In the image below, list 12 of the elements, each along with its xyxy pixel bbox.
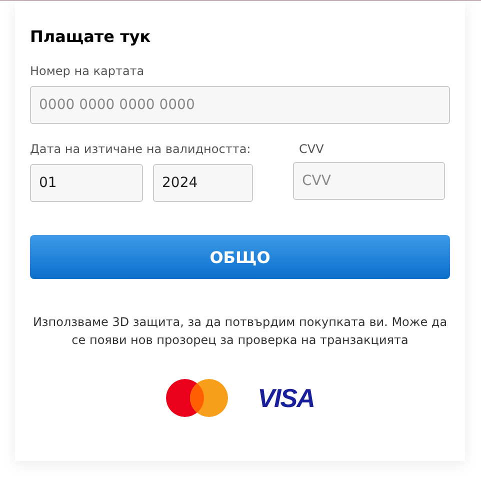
month-field[interactable]: 01 xyxy=(30,164,143,202)
field-label: Номер на картата xyxy=(30,64,146,78)
security-notice: Използваме 3D защита, за да потвърдим покупката ви. Може да се появи нов прозорец за проверка на транзакцията xyxy=(32,314,448,349)
mastercard-logo-icon xyxy=(166,379,228,417)
form-title: Плащате тук xyxy=(30,27,152,46)
total-button[interactable]: ОБЩО xyxy=(30,235,450,279)
field-label: CVV xyxy=(299,142,325,156)
field-label: Дата на изтичане на валидността: xyxy=(30,142,252,156)
card-number-field[interactable]: 0000 0000 0000 0000 xyxy=(30,86,450,124)
year-field[interactable]: 2024 xyxy=(153,164,253,202)
visa-logo: VISA xyxy=(258,382,314,414)
cvv-field[interactable]: CVV xyxy=(293,162,445,200)
